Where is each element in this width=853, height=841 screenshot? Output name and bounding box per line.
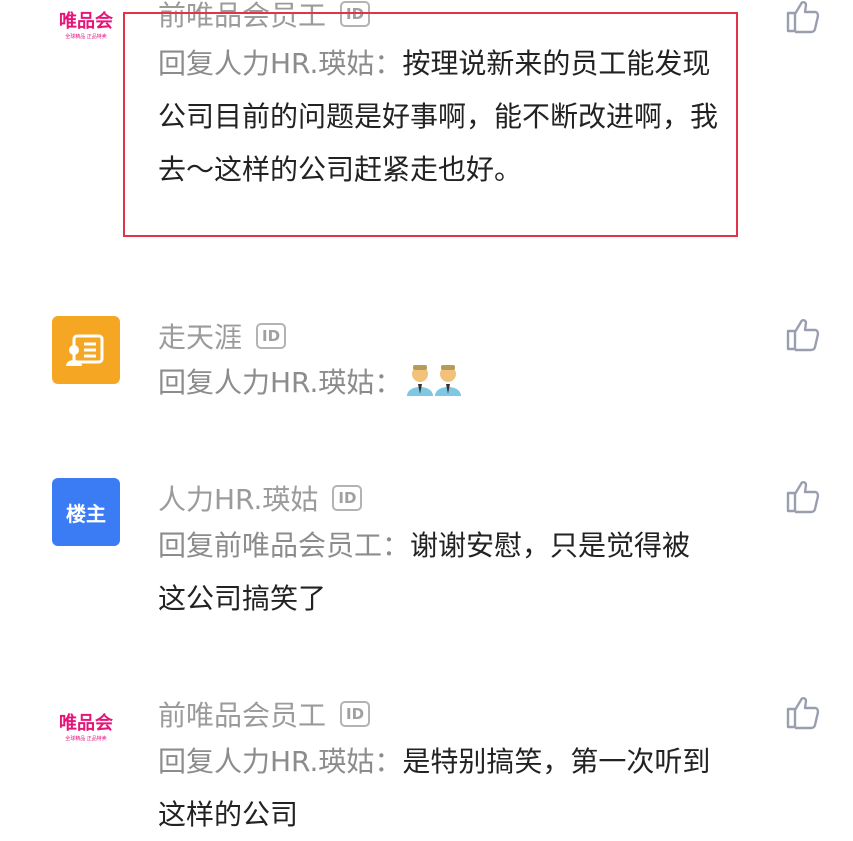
thumbs-up-icon[interactable] — [785, 694, 821, 730]
id-card-icon — [66, 334, 104, 366]
owner-label: 楼主 — [66, 501, 106, 526]
avatar[interactable]: 楼主 — [52, 478, 120, 546]
comment-author[interactable]: 前唯品会员工 ID — [158, 696, 371, 732]
avatar[interactable] — [52, 316, 120, 384]
id-badge: ID — [332, 485, 363, 511]
vip-logo-text: 唯品会 — [59, 10, 113, 32]
reply-prefix: 回复人力HR.瑛姑： — [158, 745, 403, 778]
thumbs-up-icon[interactable] — [785, 0, 821, 34]
author-name: 人力HR.瑛姑 — [158, 483, 319, 516]
comment-text: 回复人力HR.瑛姑： — [158, 356, 728, 409]
avatar[interactable]: 唯品会 全球精品 正品特卖 — [52, 0, 120, 60]
avatar[interactable]: 唯品会 全球精品 正品特卖 — [52, 694, 120, 762]
vip-logo-subtext: 全球精品 正品特卖 — [65, 735, 107, 742]
thumbs-up-icon[interactable] — [785, 478, 821, 514]
reply-prefix: 回复前唯品会员工： — [158, 529, 411, 562]
author-name: 前唯品会员工 — [158, 699, 327, 732]
vip-logo-text: 唯品会 — [59, 712, 113, 734]
comment-text: 回复前唯品会员工：谢谢安慰，只是觉得被这公司搞笑了 — [158, 519, 718, 625]
comment-text: 回复人力HR.瑛姑：是特别搞笑，第一次听到这样的公司 — [158, 735, 728, 841]
author-name: 走天涯 — [158, 321, 243, 354]
id-badge: ID — [256, 323, 287, 349]
id-badge: ID — [340, 701, 371, 727]
handshake-emoji — [407, 365, 462, 396]
reply-prefix: 回复人力HR.瑛姑： — [158, 366, 403, 399]
comment-author[interactable]: 人力HR.瑛姑 ID — [158, 480, 363, 516]
vip-logo-subtext: 全球精品 正品特卖 — [65, 33, 107, 40]
highlight-box — [123, 12, 738, 237]
comment-author[interactable]: 走天涯 ID — [158, 318, 287, 354]
thumbs-up-icon[interactable] — [785, 316, 821, 352]
